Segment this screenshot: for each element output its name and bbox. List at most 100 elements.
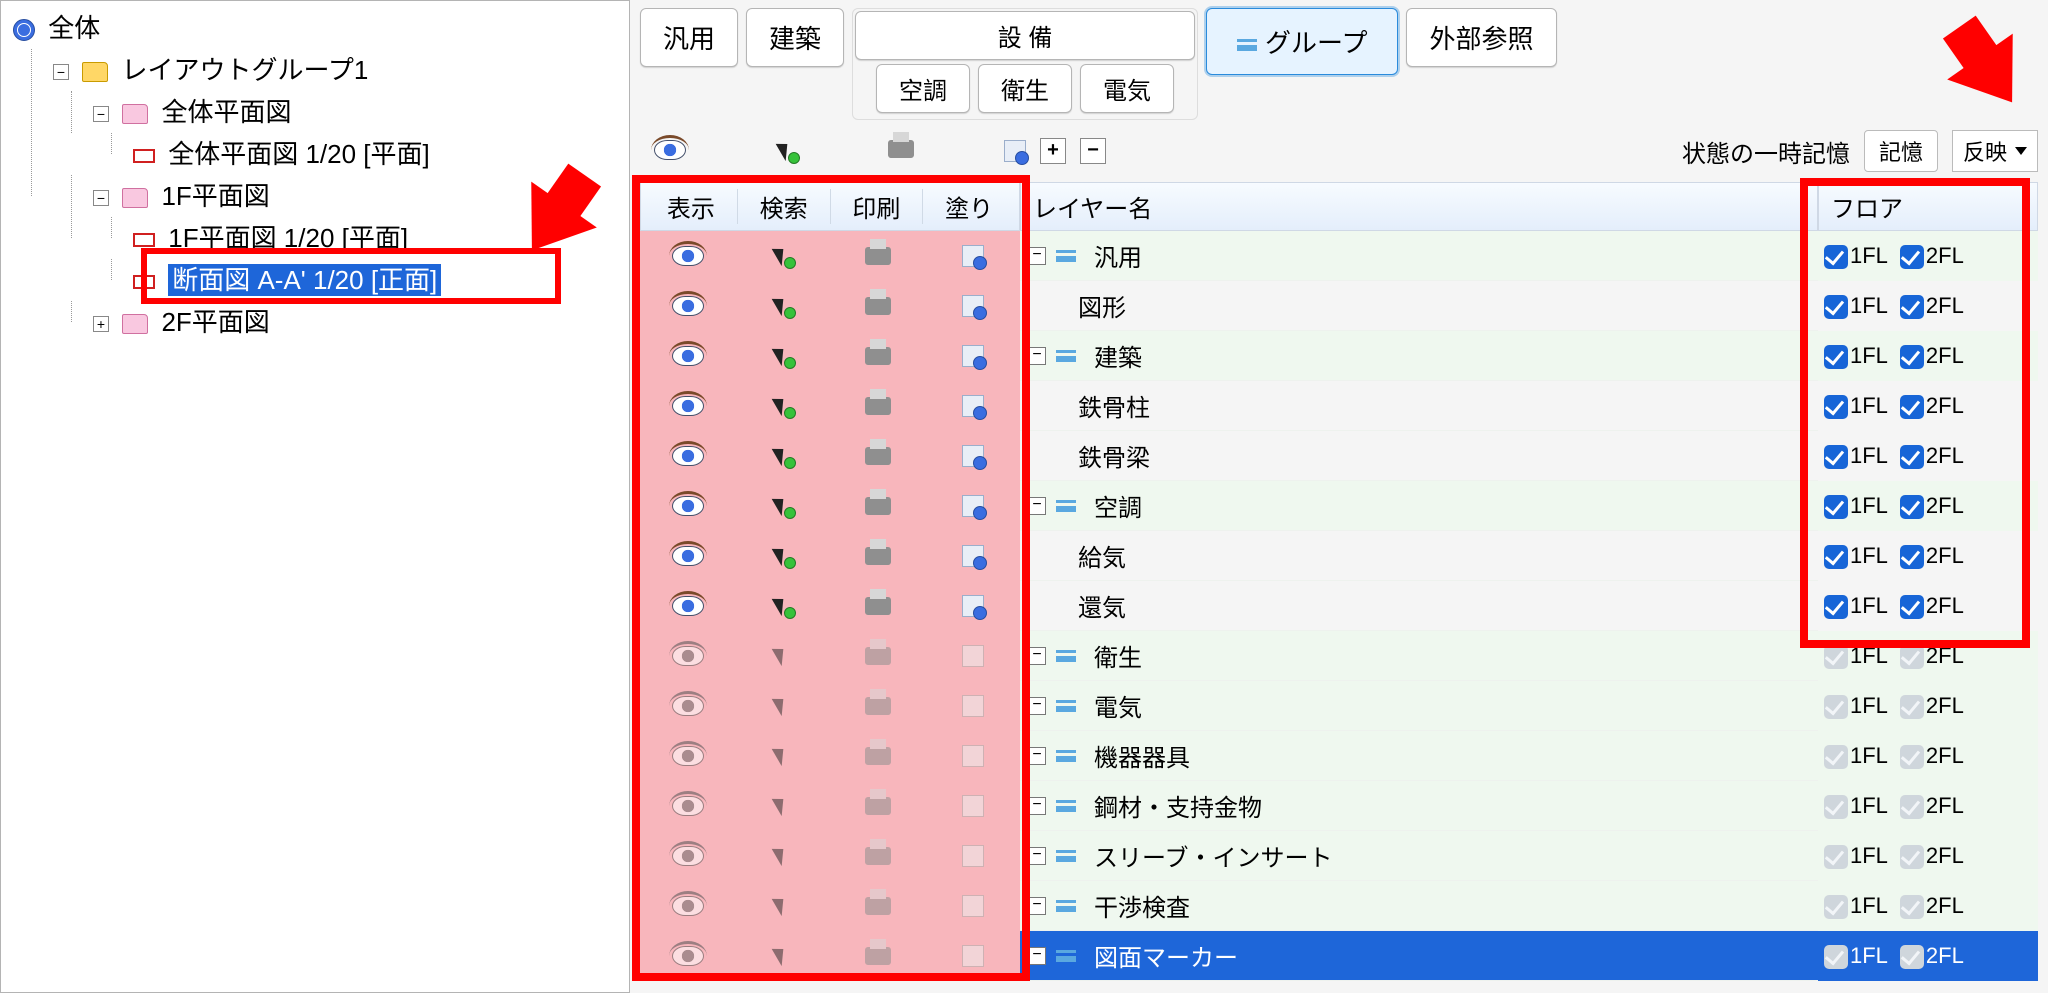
search-toggle[interactable] bbox=[772, 745, 794, 767]
tree-node-overall[interactable]: − 全体平面図 全体平面図 1/20 [平面] bbox=[93, 91, 621, 175]
print-toggle[interactable] bbox=[865, 547, 891, 565]
cursor-icon[interactable] bbox=[776, 140, 798, 162]
floor-2fl-checkbox[interactable] bbox=[1900, 345, 1924, 369]
floor-2fl-checkbox[interactable] bbox=[1900, 695, 1924, 719]
visibility-toggle[interactable] bbox=[672, 896, 704, 916]
paint-toggle[interactable] bbox=[962, 345, 984, 367]
collapse-toggle[interactable]: − bbox=[93, 106, 109, 122]
floor-1fl-checkbox[interactable] bbox=[1824, 845, 1848, 869]
col-layer-name[interactable]: レイヤー名 bbox=[1025, 189, 1813, 224]
paint-toggle[interactable] bbox=[962, 895, 984, 917]
visibility-toggle[interactable] bbox=[672, 846, 704, 866]
layer-name-row[interactable]: 給気 bbox=[1020, 531, 1818, 581]
print-toggle[interactable] bbox=[865, 897, 891, 915]
floor-2fl-checkbox[interactable] bbox=[1900, 445, 1924, 469]
print-toggle[interactable] bbox=[865, 747, 891, 765]
visibility-toggle[interactable] bbox=[672, 596, 704, 616]
visibility-toggle[interactable] bbox=[672, 346, 704, 366]
tab-hvac[interactable]: 空調 bbox=[876, 64, 970, 113]
print-toggle[interactable] bbox=[865, 947, 891, 965]
search-toggle[interactable] bbox=[772, 545, 794, 567]
floor-2fl-checkbox[interactable] bbox=[1900, 795, 1924, 819]
layer-name-row[interactable]: −図面マーカー bbox=[1020, 931, 1818, 981]
layer-name-row[interactable]: 図形 bbox=[1020, 281, 1818, 331]
layer-name-row[interactable]: −鋼材・支持金物 bbox=[1020, 781, 1818, 831]
expand-all-button[interactable]: + bbox=[1040, 138, 1066, 164]
search-toggle[interactable] bbox=[772, 945, 794, 967]
group-collapse-toggle[interactable]: − bbox=[1028, 797, 1046, 815]
paint-toggle[interactable] bbox=[962, 245, 984, 267]
visibility-toggle[interactable] bbox=[672, 696, 704, 716]
search-toggle[interactable] bbox=[772, 395, 794, 417]
visibility-toggle[interactable] bbox=[672, 246, 704, 266]
group-collapse-toggle[interactable]: − bbox=[1028, 847, 1046, 865]
layer-name-row[interactable]: −電気 bbox=[1020, 681, 1818, 731]
visibility-toggle[interactable] bbox=[672, 796, 704, 816]
search-toggle[interactable] bbox=[772, 445, 794, 467]
group-collapse-toggle[interactable]: − bbox=[1028, 247, 1046, 265]
paint-toggle[interactable] bbox=[962, 545, 984, 567]
print-toggle[interactable] bbox=[865, 447, 891, 465]
eye-icon[interactable] bbox=[654, 140, 686, 160]
floor-1fl-checkbox[interactable] bbox=[1824, 545, 1848, 569]
tab-architecture[interactable]: 建築 bbox=[746, 8, 844, 67]
search-toggle[interactable] bbox=[772, 795, 794, 817]
floor-1fl-checkbox[interactable] bbox=[1824, 295, 1848, 319]
layer-name-row[interactable]: −空調 bbox=[1020, 481, 1818, 531]
search-toggle[interactable] bbox=[772, 595, 794, 617]
floor-2fl-checkbox[interactable] bbox=[1900, 495, 1924, 519]
paint-toggle[interactable] bbox=[962, 395, 984, 417]
floor-1fl-checkbox[interactable] bbox=[1824, 645, 1848, 669]
paint-toggle[interactable] bbox=[962, 495, 984, 517]
floor-1fl-checkbox[interactable] bbox=[1824, 495, 1848, 519]
expand-toggle[interactable]: + bbox=[93, 316, 109, 332]
print-toggle[interactable] bbox=[865, 597, 891, 615]
visibility-toggle[interactable] bbox=[672, 646, 704, 666]
paint-toggle[interactable] bbox=[962, 845, 984, 867]
visibility-toggle[interactable] bbox=[672, 496, 704, 516]
print-toggle[interactable] bbox=[865, 497, 891, 515]
floor-1fl-checkbox[interactable] bbox=[1824, 695, 1848, 719]
col-search[interactable]: 検索 bbox=[738, 189, 831, 224]
floor-2fl-checkbox[interactable] bbox=[1900, 245, 1924, 269]
tab-external-ref[interactable]: 外部参照 bbox=[1406, 8, 1556, 67]
tab-sanitary[interactable]: 衛生 bbox=[978, 64, 1072, 113]
paint-toggle[interactable] bbox=[962, 445, 984, 467]
layer-name-row[interactable]: 鉄骨柱 bbox=[1020, 381, 1818, 431]
visibility-toggle[interactable] bbox=[672, 546, 704, 566]
layer-name-row[interactable]: −干渉検査 bbox=[1020, 881, 1818, 931]
col-paint[interactable]: 塗り bbox=[923, 189, 1015, 224]
floor-1fl-checkbox[interactable] bbox=[1824, 745, 1848, 769]
search-toggle[interactable] bbox=[772, 645, 794, 667]
tab-generic[interactable]: 汎用 bbox=[640, 8, 738, 67]
floor-1fl-checkbox[interactable] bbox=[1824, 345, 1848, 369]
print-toggle[interactable] bbox=[865, 397, 891, 415]
paint-toggle[interactable] bbox=[962, 795, 984, 817]
search-toggle[interactable] bbox=[772, 245, 794, 267]
floor-1fl-checkbox[interactable] bbox=[1824, 245, 1848, 269]
floor-2fl-checkbox[interactable] bbox=[1900, 645, 1924, 669]
search-toggle[interactable] bbox=[772, 295, 794, 317]
paint-toggle[interactable] bbox=[962, 945, 984, 967]
print-toggle[interactable] bbox=[865, 297, 891, 315]
paint-toggle[interactable] bbox=[962, 595, 984, 617]
col-print[interactable]: 印刷 bbox=[831, 189, 924, 224]
floor-1fl-checkbox[interactable] bbox=[1824, 445, 1848, 469]
print-toggle[interactable] bbox=[865, 647, 891, 665]
floor-1fl-checkbox[interactable] bbox=[1824, 795, 1848, 819]
search-toggle[interactable] bbox=[772, 495, 794, 517]
floor-2fl-checkbox[interactable] bbox=[1900, 545, 1924, 569]
group-collapse-toggle[interactable]: − bbox=[1028, 347, 1046, 365]
layer-name-row[interactable]: −汎用 bbox=[1020, 231, 1818, 281]
floor-1fl-checkbox[interactable] bbox=[1824, 945, 1848, 969]
floor-2fl-checkbox[interactable] bbox=[1900, 395, 1924, 419]
group-collapse-toggle[interactable]: − bbox=[1028, 897, 1046, 915]
tab-group[interactable]: グループ bbox=[1206, 8, 1398, 75]
search-toggle[interactable] bbox=[772, 895, 794, 917]
floor-2fl-checkbox[interactable] bbox=[1900, 595, 1924, 619]
paint-toggle[interactable] bbox=[962, 295, 984, 317]
print-toggle[interactable] bbox=[865, 847, 891, 865]
visibility-toggle[interactable] bbox=[672, 946, 704, 966]
collapse-all-button[interactable]: − bbox=[1080, 138, 1106, 164]
save-state-button[interactable]: 記憶 bbox=[1864, 130, 1938, 172]
